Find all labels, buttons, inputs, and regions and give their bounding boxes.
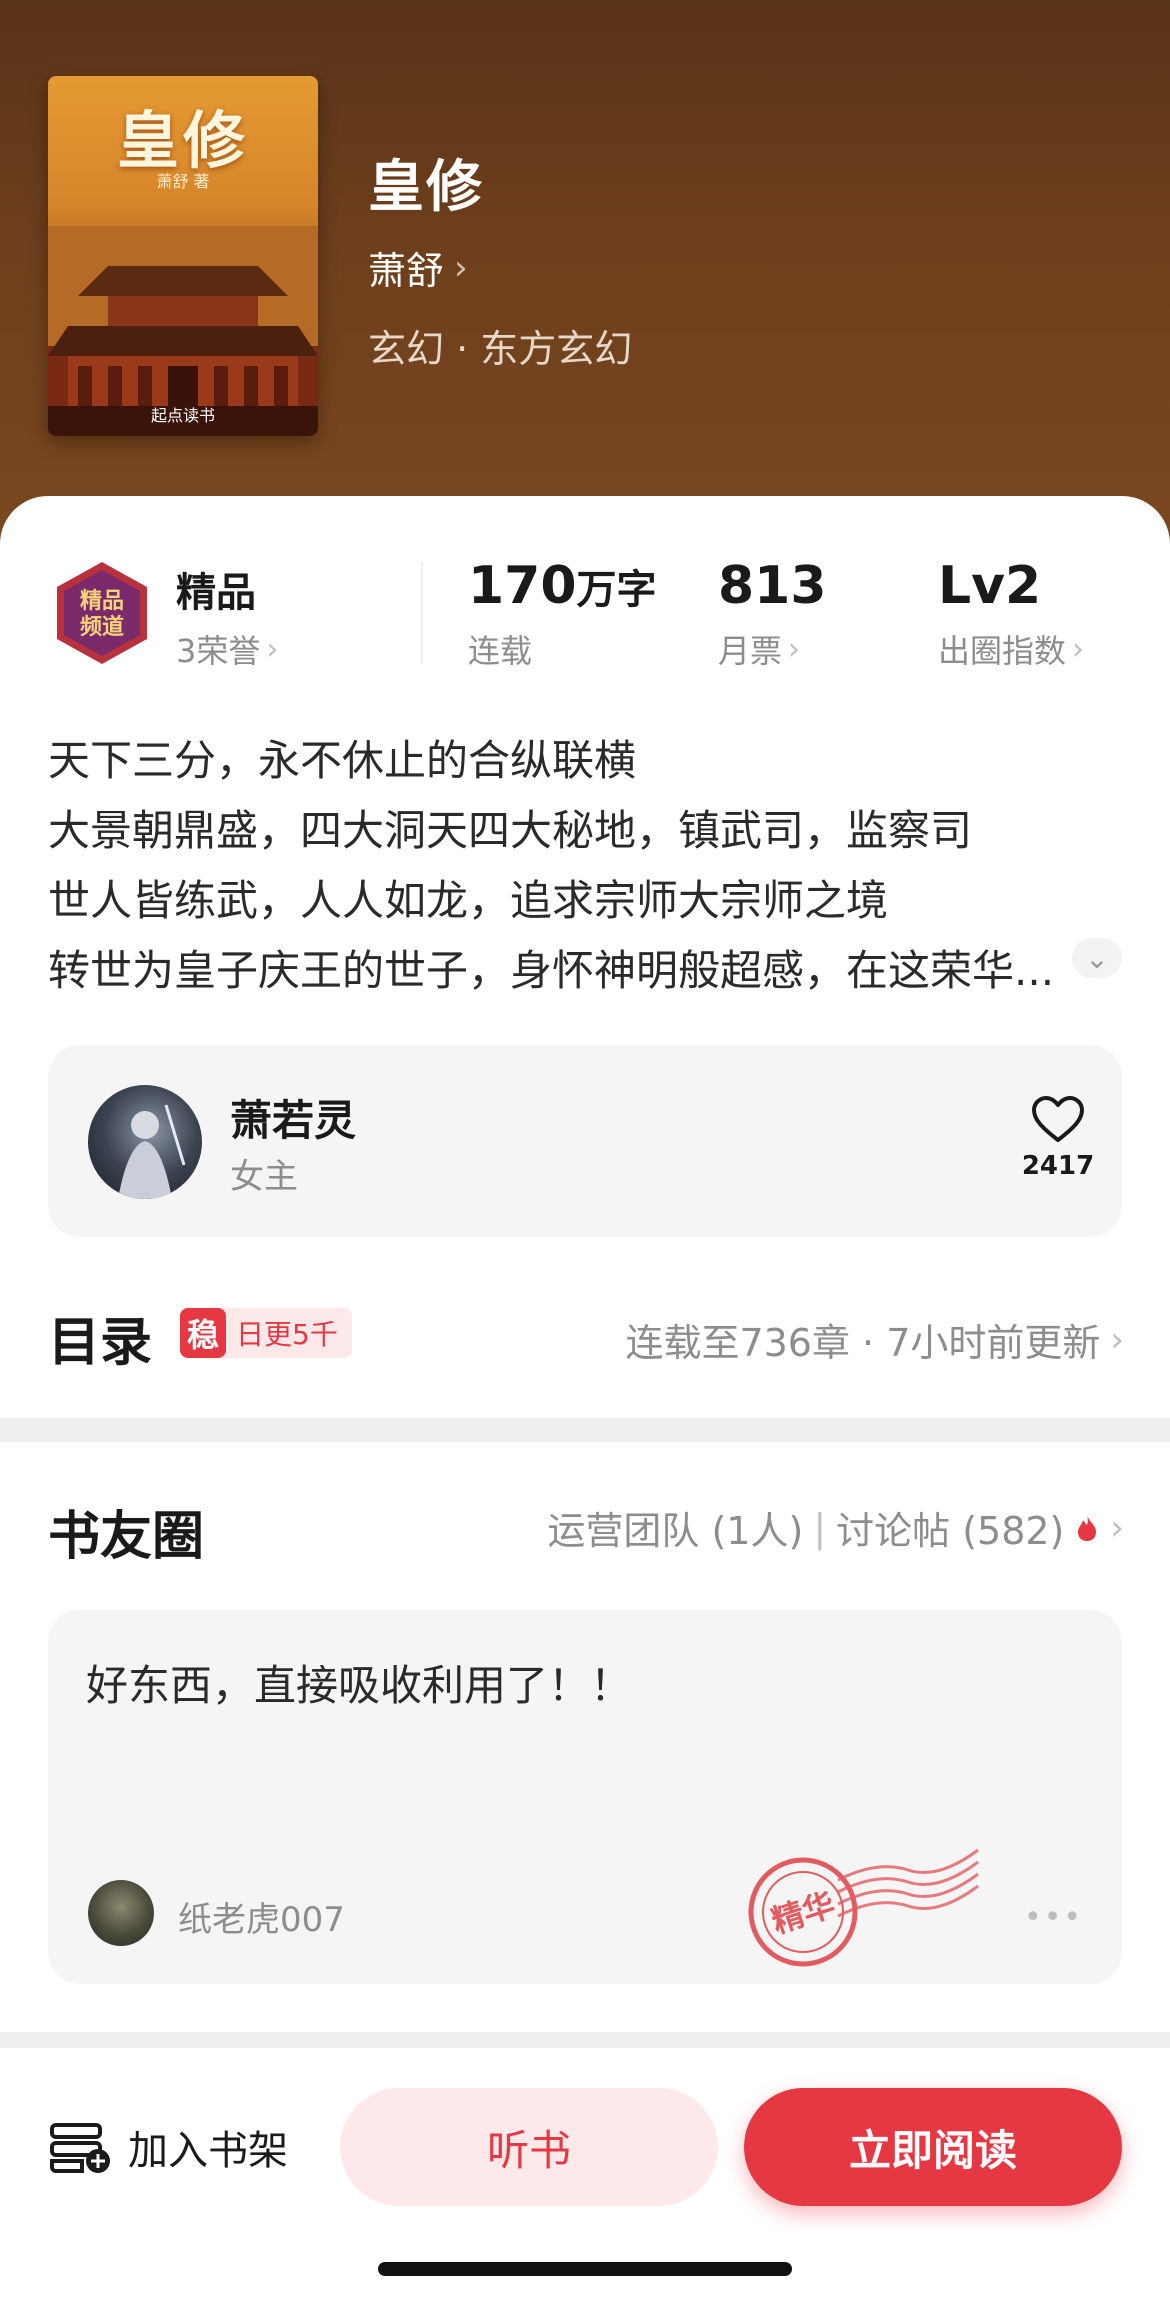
synopsis-line: 大景朝鼎盛，四大洞天四大秘地，镇武司，监察司 — [48, 806, 973, 855]
book-cover[interactable]: 皇修 萧舒 著 起点读书 — [48, 76, 318, 436]
circle-stats-link[interactable]: 运营团队 (1人) | 讨论帖 (582) › — [547, 1500, 1124, 1555]
chevron-right-icon: › — [1110, 1507, 1124, 1548]
fire-icon — [1078, 1514, 1097, 1541]
cover-brand: 起点读书 — [150, 406, 215, 425]
like-button[interactable]: 2417 — [1018, 1095, 1098, 1181]
stamp-text: 精华 — [767, 1885, 840, 1941]
honor-link[interactable]: 3荣誉 › — [176, 626, 278, 672]
user-avatar[interactable] — [88, 1880, 154, 1946]
section-divider — [0, 2032, 1170, 2048]
character-avatar — [88, 1085, 202, 1199]
chevron-right-icon: › — [266, 631, 279, 667]
monthly-votes-label: 月票 — [718, 632, 783, 670]
update-tag: 稳 日更5千 — [180, 1308, 352, 1358]
post-count: 讨论帖 (582) — [836, 1509, 1065, 1553]
add-to-shelf-label: 加入书架 — [128, 2128, 288, 2174]
featured-stamp-icon: 精华 — [748, 1848, 979, 1967]
update-tag-text: 日更5千 — [236, 1318, 338, 1351]
book-title: 皇修 — [368, 155, 484, 220]
circle-level-label: 出圈指数 — [938, 632, 1067, 670]
home-indicator[interactable] — [378, 2262, 792, 2276]
status-text: 连载 — [468, 632, 533, 670]
stable-icon: 稳 — [180, 1308, 226, 1358]
cover-title: 皇修 — [116, 104, 249, 177]
word-count: 170万字 — [468, 556, 657, 616]
post-card[interactable]: 好东西，直接吸收利用了！！ 纸老虎007 精华 ••• — [48, 1610, 1122, 1984]
character-name: 萧若灵 — [230, 1096, 357, 1145]
synopsis-line: 天下三分，永不休止的合纵联横 — [48, 736, 637, 785]
heart-icon — [1032, 1096, 1084, 1142]
separator: | — [813, 1505, 827, 1550]
synopsis[interactable]: 天下三分，永不休止的合纵联横 大景朝鼎盛，四大洞天四大秘地，镇武司，监察司 世人… — [48, 726, 1128, 1006]
book-genre: 玄幻 · 东方玄幻 — [368, 327, 633, 371]
quality-badge-icon: 精品 频道 — [57, 562, 147, 664]
honor-count: 3荣誉 — [176, 632, 261, 670]
circle-title[interactable]: 书友圈 — [48, 1494, 204, 1569]
word-count-unit: 万字 — [576, 567, 657, 613]
chevron-right-icon: › — [454, 247, 468, 288]
character-card[interactable]: 萧若灵 女主 2417 — [48, 1045, 1122, 1237]
status-label: 连载 — [468, 626, 532, 672]
author-name: 萧舒 — [368, 249, 445, 293]
stat-divider — [421, 562, 423, 664]
chevron-right-icon: › — [788, 631, 801, 667]
chevron-right-icon: › — [1072, 631, 1085, 667]
toc-status-link[interactable]: 连载至736章 · 7小时前更新 › — [625, 1312, 1124, 1367]
bookshelf-add-icon — [50, 2123, 110, 2173]
toc-title[interactable]: 目录 — [48, 1300, 152, 1375]
synopsis-line: 世人皆练武，人人如龙，追求宗师大宗师之境 — [48, 876, 889, 925]
cover-author: 萧舒 著 — [156, 172, 210, 191]
like-count: 2417 — [1021, 1151, 1095, 1181]
character-role: 女主 — [230, 1157, 298, 1197]
chevron-down-icon: ⌄ — [1085, 941, 1109, 975]
post-text: 好东西，直接吸收利用了！！ — [86, 1661, 633, 1710]
read-now-button[interactable]: 立即阅读 — [744, 2088, 1122, 2206]
author-link[interactable]: 萧舒 › — [368, 240, 468, 295]
svg-text:频道: 频道 — [80, 614, 124, 640]
circle-level-value: Lv2 — [938, 556, 1042, 616]
character-portrait-icon — [118, 1104, 186, 1199]
chevron-right-icon: › — [1110, 1319, 1124, 1360]
svg-text:精品: 精品 — [80, 588, 124, 614]
synopsis-line: 转世为皇子庆王的世子，身怀神明般超感，在这荣华... — [48, 946, 1055, 995]
toc-status-text: 连载至736章 · 7小时前更新 — [625, 1321, 1101, 1365]
word-count-number: 170 — [468, 556, 577, 616]
quality-label: 精品 — [176, 570, 256, 616]
section-divider — [0, 1418, 1170, 1442]
team-count: 运营团队 (1人) — [547, 1509, 804, 1553]
expand-synopsis-button[interactable]: ⌄ — [1072, 938, 1122, 978]
post-username[interactable]: 纸老虎007 — [178, 1892, 345, 1941]
monthly-votes-value: 813 — [718, 556, 827, 616]
circle-level-link[interactable]: 出圈指数 › — [938, 626, 1084, 672]
monthly-votes-link[interactable]: 月票 › — [718, 626, 800, 672]
listen-button[interactable]: 听书 — [340, 2088, 718, 2206]
add-to-shelf-button[interactable]: 加入书架 — [48, 2118, 288, 2176]
more-options-icon[interactable]: ••• — [1024, 1900, 1083, 1935]
